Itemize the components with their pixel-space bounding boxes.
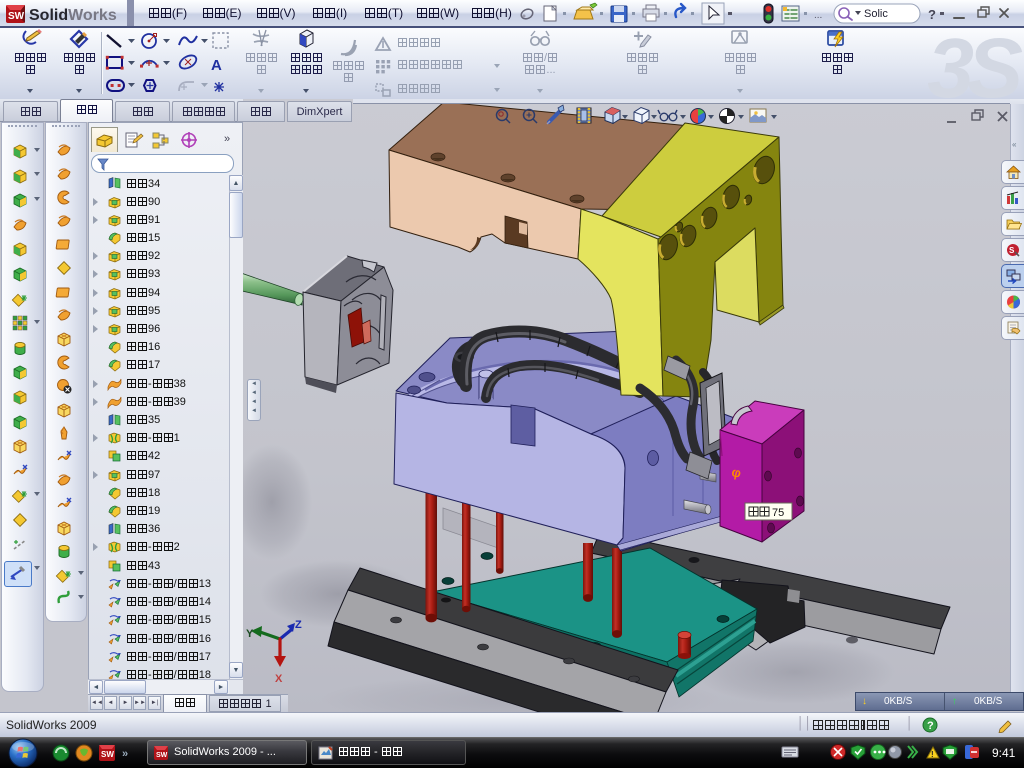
svg-text:75: 75: [772, 507, 784, 519]
svg-text:9:41: 9:41: [992, 746, 1016, 760]
svg-text:?: ?: [927, 720, 934, 732]
svg-text:S: S: [1009, 246, 1015, 255]
svg-text:X: X: [275, 673, 283, 685]
svg-text:SW: SW: [101, 750, 114, 759]
svg-text:!: !: [931, 750, 934, 759]
svg-text:»: »: [122, 748, 128, 760]
svg-text:Z: Z: [295, 619, 302, 631]
svg-text:SW: SW: [156, 752, 168, 759]
svg-text:Y: Y: [246, 628, 254, 640]
